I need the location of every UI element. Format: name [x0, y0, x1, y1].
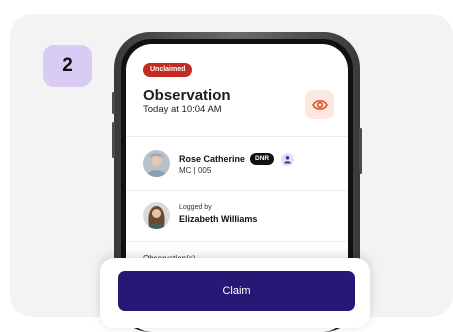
divider — [126, 136, 348, 137]
phone-side-button — [112, 92, 115, 114]
logger-avatar — [143, 202, 170, 229]
phone-side-button — [112, 122, 115, 158]
status-badge: Unclaimed — [143, 63, 193, 77]
dnr-badge: DNR — [250, 153, 275, 165]
claim-button[interactable]: Claim — [118, 271, 355, 311]
eye-icon — [311, 99, 328, 110]
alert-title: Observation — [143, 87, 231, 104]
resident-room: MC | 005 — [179, 166, 212, 175]
logger-name: Elizabeth Williams — [179, 214, 258, 224]
bottom-sheet: Claim — [100, 258, 370, 328]
divider — [126, 241, 348, 242]
divider — [126, 190, 348, 191]
step-number-badge: 2 — [43, 45, 92, 87]
alert-time: Today at 10:04 AM — [143, 104, 222, 115]
view-button[interactable] — [305, 90, 334, 119]
resident-avatar[interactable] — [143, 150, 170, 177]
logged-by-label: Logged by — [179, 204, 212, 211]
resident-name[interactable]: Rose Catherine — [179, 154, 245, 164]
person-badge-icon — [284, 156, 291, 164]
care-team-button[interactable] — [281, 153, 294, 166]
phone-side-button — [359, 128, 362, 174]
